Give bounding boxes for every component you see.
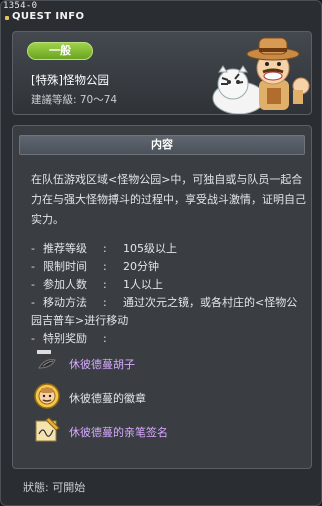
quest-details: - 推荐等级:105级以上 - 限制时间:20分钟 - 参加人数:1人以上 - 移动方法… [31, 240, 307, 348]
reward-item[interactable]: 休彼德蔓胡子 [29, 348, 299, 382]
window-title: QUEST INFO [12, 11, 85, 22]
reward-name: 休彼德蔓的徽章 [69, 392, 146, 405]
detail-participants: - 参加人数:1人以上 [31, 278, 163, 291]
medal-icon [34, 383, 60, 409]
quest-info-window: 1354-0 QUEST INFO 一般 [特殊]怪物公园 建議等級: 70～7… [0, 0, 322, 506]
content-panel: 内容 在队伍游戏区域<怪物公园>中，可独自或与队员一起合力在与强大怪物搏斗的过程… [12, 125, 312, 469]
quest-status: 狀態: 可開始 [23, 481, 86, 494]
content-section-title: 内容 [19, 135, 305, 155]
title-bullet-icon [5, 16, 9, 20]
detail-movement-continued: 园吉普车>进行移动 [31, 314, 129, 327]
detail-recommended-level: - 推荐等级:105级以上 [31, 242, 177, 255]
quest-header: 一般 [特殊]怪物公园 建議等級: 70～74 [12, 31, 312, 115]
detail-movement: - 移动方法: 通过次元之镜，或各村庄的<怪物公 [31, 296, 298, 309]
reward-list: 休彼德蔓胡子 休彼德蔓的徽章 休彼德蔓的亲笔签名 [29, 348, 299, 450]
reward-name: 休彼德蔓胡子 [69, 358, 135, 371]
detail-time-limit: - 限制时间:20分钟 [31, 260, 159, 273]
quest-description: 在队伍游戏区域<怪物公园>中，可独自或与队员一起合力在与强大怪物搏斗的过程中，享… [31, 173, 306, 226]
reward-item[interactable]: 休彼德蔓的徽章 [29, 382, 299, 416]
npc-portrait-icon [212, 37, 310, 114]
quest-name: [特殊]怪物公园 [31, 73, 109, 87]
required-level: 建議等級: 70～74 [31, 94, 118, 106]
category-badge: 一般 [27, 42, 93, 60]
autograph-icon [35, 417, 60, 442]
reward-item[interactable]: 休彼德蔓的亲笔签名 [29, 416, 299, 450]
detail-special-reward: - 特别奖励: [31, 332, 107, 345]
reward-name: 休彼德蔓的亲笔签名 [69, 426, 168, 439]
mustache-icon [37, 350, 56, 369]
title-bar[interactable]: QUEST INFO [1, 9, 321, 27]
